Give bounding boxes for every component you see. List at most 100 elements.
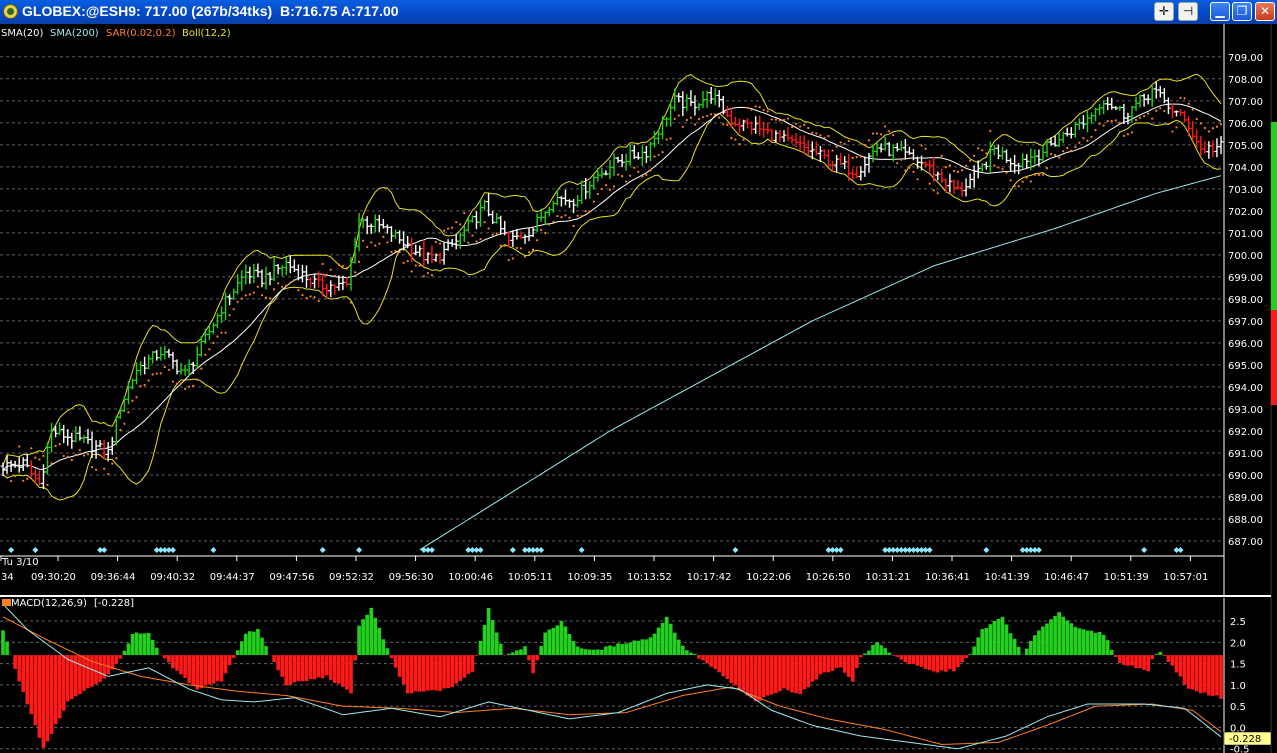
macd-hist-bar <box>996 618 1001 656</box>
macd-hist-bar <box>280 655 285 677</box>
macd-hist-bar <box>1142 655 1146 670</box>
price-bar <box>898 140 904 151</box>
sar-dot <box>252 291 255 294</box>
macd-hist-bar <box>782 655 786 689</box>
price-bar <box>413 244 419 256</box>
macd-hist-bar <box>774 655 778 694</box>
price-bar <box>522 234 528 244</box>
window-title: GLOBEX:@ESH9: 717.00 (267b/34tks) B:716.… <box>22 3 399 19</box>
sar-dot <box>155 372 158 375</box>
macd-hist-bar <box>1024 648 1029 656</box>
restore-button[interactable]: ❐ <box>1232 2 1252 21</box>
x-tick-label: 09:40:32 <box>150 572 195 583</box>
macd-hist-bar <box>167 655 171 663</box>
macd-hist-bar <box>1219 655 1223 699</box>
macd-hist-bar <box>1037 630 1041 656</box>
price-bar <box>170 351 176 369</box>
macd-hist-bar <box>78 655 82 695</box>
sar-dot <box>151 373 154 376</box>
legend-sma20: SMA(20) <box>1 28 43 39</box>
sar-dot <box>621 175 624 178</box>
macd-hist-bar <box>385 648 390 656</box>
macd-hist-bar <box>887 652 892 656</box>
sar-dot <box>884 125 887 128</box>
sar-dot <box>548 223 551 226</box>
price-bar <box>753 116 759 134</box>
macd-hist-bar <box>320 655 325 679</box>
price-bar <box>615 156 621 163</box>
sar-dot <box>649 169 652 172</box>
sar-dot <box>977 147 980 150</box>
price-bar <box>405 236 411 249</box>
macd-hist-bar <box>672 632 677 656</box>
sar-dot <box>115 457 118 460</box>
macd-hist-bar <box>741 655 746 692</box>
price-bar <box>1008 158 1013 172</box>
pin-button[interactable]: ⊣ <box>1178 2 1198 21</box>
macd-hist-bar <box>745 655 750 696</box>
sar-dot <box>531 248 535 251</box>
sar-dot <box>1094 129 1097 132</box>
macd-hist-bar <box>98 655 102 682</box>
price-bar <box>733 116 738 127</box>
macd-hist-bar <box>90 655 94 687</box>
sar-dot <box>564 214 567 217</box>
macd-hist-bar <box>53 655 58 725</box>
bollinger-bands <box>2 73 1222 501</box>
macd-hist-bar <box>450 655 454 688</box>
macd-hist-bar <box>486 608 491 656</box>
sar-dot <box>811 131 814 134</box>
price-bar <box>255 263 261 278</box>
price-bar <box>1081 115 1086 129</box>
price-bar <box>1097 103 1103 116</box>
macd-hist-bar <box>1045 623 1049 656</box>
price-bar <box>951 179 957 195</box>
price-bar <box>1064 127 1070 137</box>
macd-hist-bar <box>458 655 463 681</box>
macd-hist-bar <box>393 655 398 668</box>
sma200-path <box>419 175 1222 551</box>
macd-hist-bar <box>397 655 402 677</box>
close-button[interactable]: ✕ <box>1255 2 1275 21</box>
macd-hist-bar <box>636 640 641 656</box>
macd-hist-bar <box>5 641 9 656</box>
macd-hist-bar <box>733 655 738 686</box>
macd-hist-bar <box>935 655 940 673</box>
price-axis: 709.00 708.00 707.00 706.00 705.00 704.00 703.… <box>1223 24 1263 596</box>
price-bar <box>765 122 771 135</box>
macd-tick-label: 2.0 <box>1230 638 1246 649</box>
sar-dot <box>734 138 737 141</box>
sar-dot <box>1195 117 1198 121</box>
sar-dot <box>1070 149 1073 152</box>
price-chart[interactable]: 709.00 708.00 707.00 706.00 705.00 704.00 703.… <box>0 24 1277 753</box>
macd-hist-bar <box>442 655 446 689</box>
macd-hist-bar <box>276 655 280 671</box>
crosshair-button[interactable]: ✛ <box>1154 2 1174 21</box>
sar-dot <box>871 132 875 135</box>
macd-hist-bar <box>931 655 936 672</box>
y-tick-label: 690.00 <box>1228 471 1263 482</box>
price-bar <box>1068 127 1074 139</box>
price-bar <box>263 266 269 290</box>
price-bar <box>789 135 795 144</box>
signal-marker <box>319 547 326 553</box>
sar-dot <box>1138 116 1142 119</box>
macd-hist-bar <box>559 620 564 656</box>
sar-dot <box>1005 171 1008 174</box>
sar-dot <box>212 341 215 345</box>
macd-hist-bar <box>1016 646 1021 656</box>
x-tick-label: 10:05:11 <box>508 572 553 583</box>
macd-hist-bar <box>543 632 548 656</box>
price-bar <box>757 115 763 136</box>
price-bar <box>1165 97 1171 115</box>
sar-dot <box>1155 109 1158 112</box>
minimize-button[interactable]: ▁ <box>1210 2 1230 21</box>
macd-hist-bar <box>826 655 831 673</box>
macd-hist-bar <box>478 640 483 656</box>
price-bar <box>563 189 568 206</box>
macd-hist-bar <box>895 655 900 657</box>
price-bar <box>728 107 734 129</box>
price-bar <box>441 242 447 265</box>
sar-dot <box>1159 107 1162 110</box>
macd-hist-bar <box>575 646 580 656</box>
